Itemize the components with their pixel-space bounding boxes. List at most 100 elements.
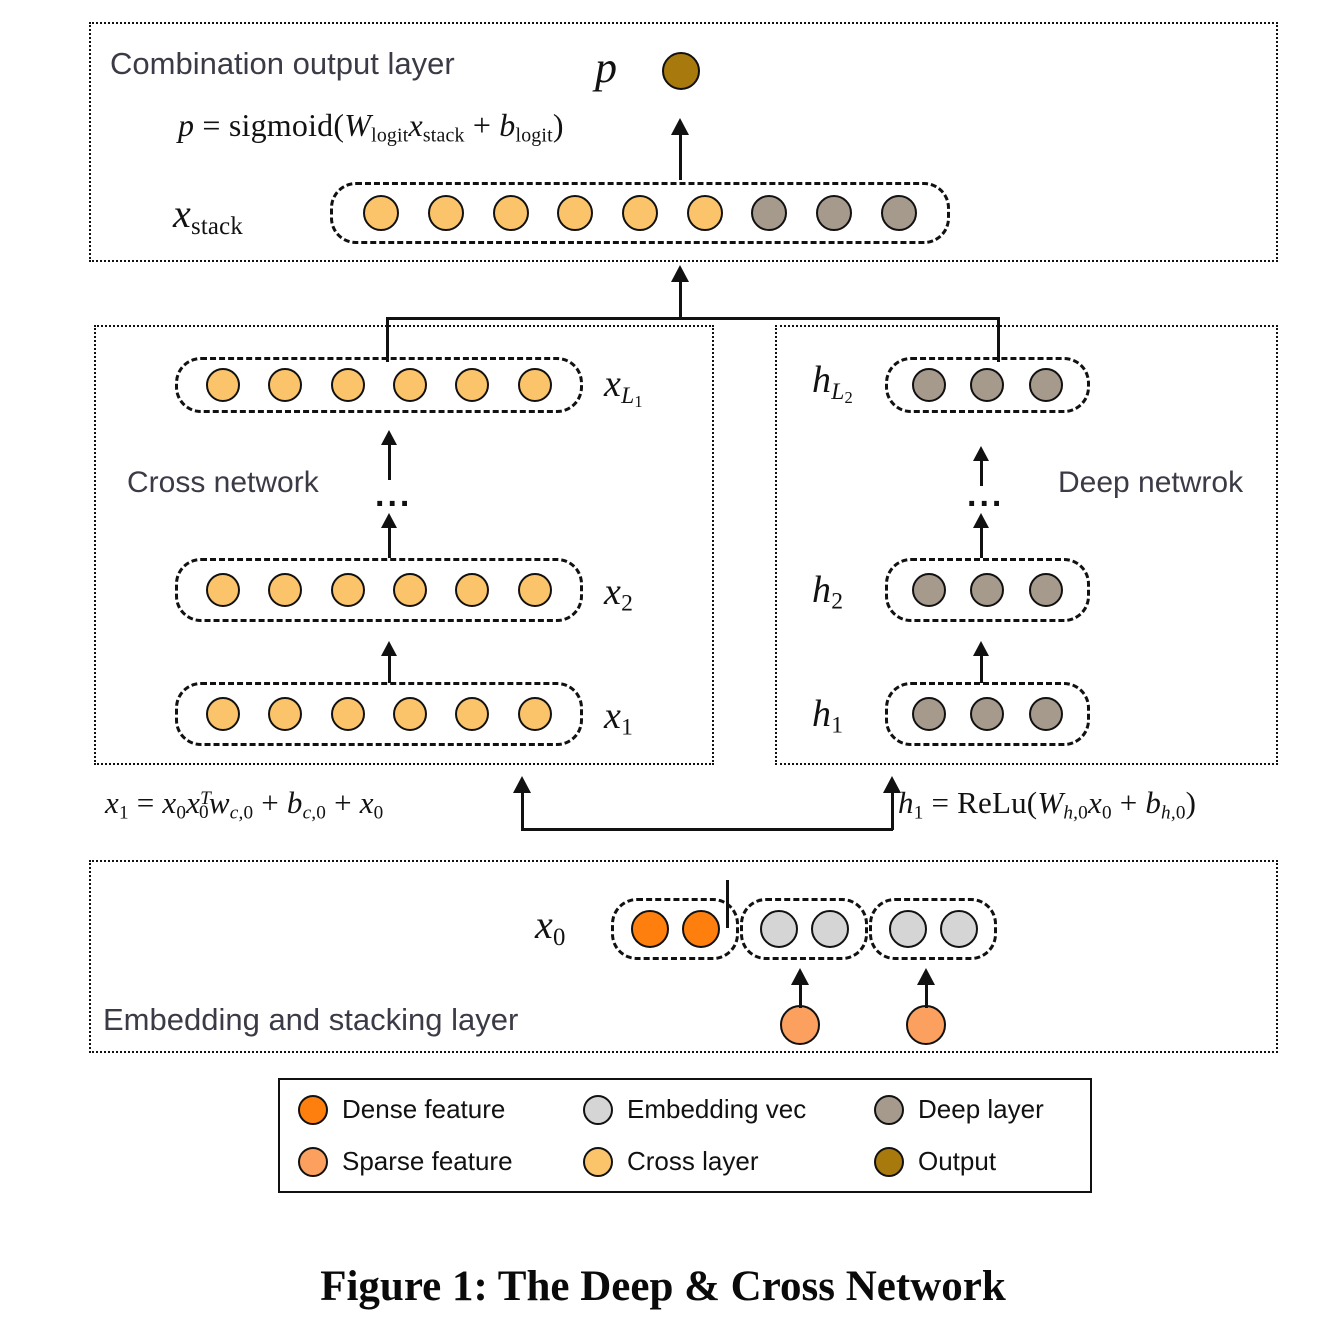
combination-output-layer-title: Combination output layer	[110, 46, 455, 81]
cross-layer-x1-label: x1	[604, 695, 634, 741]
deep-network-ellipsis: ...	[967, 476, 1005, 514]
deep-layer-hL2-label: hL2	[812, 359, 853, 407]
merge-horizontal-bar	[386, 317, 1000, 320]
sparse-feature-swatch-icon	[298, 1146, 328, 1177]
cross-network-title: Cross network	[127, 466, 319, 499]
x-stack-node	[751, 195, 788, 231]
deep-layer-node	[1028, 697, 1063, 731]
deep-layer-h1-label: h1	[812, 693, 844, 739]
x-stack-node	[492, 195, 529, 231]
cross-layer-node	[393, 573, 428, 607]
combination-output-formula: p = sigmoid(Wlogitxstack + blogit)	[178, 107, 564, 147]
x0-embedding-group-1	[740, 898, 868, 960]
legend-label: Cross layer	[627, 1146, 759, 1176]
output-node	[662, 52, 700, 90]
deep-layer-swatch-icon	[874, 1094, 904, 1125]
cross-layer-node	[393, 697, 428, 731]
legend-item-deep-layer: Deep layer	[874, 1094, 1044, 1125]
x-stack-node	[427, 195, 464, 231]
legend-item-dense-feature: Dense feature	[298, 1094, 505, 1125]
legend-box: Dense feature Embedding vec Deep layer S…	[278, 1078, 1092, 1193]
legend-label: Output	[918, 1146, 997, 1176]
deep-network-formula: h1 = ReLu(Wh,0x0 + bh,0)	[898, 785, 1197, 824]
x0-to-cross-line	[521, 790, 524, 830]
cross-layer-node	[330, 368, 365, 402]
x-stack-label: xstack	[173, 191, 243, 240]
cross-layer-node	[206, 368, 241, 402]
deep-layer-h1-group	[885, 682, 1090, 746]
cross-layer-node	[206, 697, 241, 731]
deep-layer-h2-label: h2	[812, 569, 844, 615]
cross-layer-node	[268, 697, 303, 731]
deep-layer-node	[1028, 368, 1063, 402]
cross-layer-x2-group	[175, 558, 583, 622]
deep-and-cross-network-figure: Combination output layer p p = sigmoid(W…	[0, 0, 1326, 1336]
legend-item-embedding-vec: Embedding vec	[583, 1094, 806, 1125]
cross-line-dots-to-xL1	[388, 440, 391, 480]
cross-layer-node	[206, 573, 241, 607]
cross-layer-node	[517, 573, 552, 607]
legend-label: Embedding vec	[627, 1094, 807, 1124]
cross-network-formula: x1 = x0xT0wc,0 + bc,0 + x0	[105, 785, 384, 824]
merge-to-stack-line	[679, 275, 682, 319]
cross-layer-node	[455, 573, 490, 607]
deep-layer-hL2-group	[885, 357, 1090, 413]
deep-layer-h2-group	[885, 558, 1090, 622]
sparse-to-embedding-arrow-1	[791, 968, 809, 985]
legend-item-sparse-feature: Sparse feature	[298, 1146, 513, 1177]
cross-layer-node	[330, 573, 365, 607]
deep-layer-node	[970, 573, 1005, 607]
cross-network-ellipsis: ...	[375, 476, 413, 514]
sparse-to-embedding-arrow-2	[917, 968, 935, 985]
stack-to-output-arrow	[671, 118, 689, 135]
cross-layer-node	[268, 573, 303, 607]
cross-layer-swatch-icon	[583, 1146, 613, 1177]
figure-caption: Figure 1: The Deep & Cross Network	[320, 1263, 1006, 1310]
cross-layer-node	[517, 697, 552, 731]
x0-to-cross-arrow	[513, 776, 531, 793]
x-stack-node	[557, 195, 594, 231]
embedding-vec-swatch-icon	[583, 1094, 613, 1125]
x0-dense-group	[611, 898, 739, 960]
deep-layer-node	[912, 697, 947, 731]
cross-layer-node	[268, 368, 303, 402]
deep-line-h2-to-dots	[980, 523, 983, 558]
cross-layer-node	[455, 697, 490, 731]
cross-layer-xL1-label: xL1	[604, 363, 643, 411]
cross-layer-x2-label: x2	[604, 571, 634, 617]
stack-to-output-line	[679, 128, 682, 180]
legend-item-output: Output	[874, 1146, 996, 1177]
output-swatch-icon	[874, 1146, 904, 1177]
x0-to-deep-line	[891, 790, 894, 830]
x-stack-node	[815, 195, 852, 231]
x0-split-bar	[521, 828, 893, 831]
deep-layer-node	[970, 368, 1005, 402]
embedding-vec-node	[810, 910, 849, 948]
deep-layer-node	[912, 368, 947, 402]
deep-layer-node	[970, 697, 1005, 731]
output-probability-label: p	[595, 43, 618, 92]
legend-label: Dense feature	[342, 1094, 506, 1124]
cross-layer-node	[517, 368, 552, 402]
embedding-stacking-layer-title: Embedding and stacking layer	[103, 1002, 519, 1037]
cross-layer-x1-group	[175, 682, 583, 746]
cross-layer-node	[455, 368, 490, 402]
x-stack-node	[880, 195, 917, 231]
cross-line-x2-to-dots	[388, 523, 391, 558]
x0-embedding-group-2	[869, 898, 997, 960]
cross-line-x1-to-x2	[388, 651, 391, 683]
deep-layer-node	[1028, 573, 1063, 607]
deep-layer-node	[912, 573, 947, 607]
x-stack-node	[686, 195, 723, 231]
legend-label: Sparse feature	[342, 1146, 513, 1176]
sparse-feature-node	[906, 1005, 946, 1045]
embedding-vec-node	[759, 910, 798, 948]
cross-layer-node	[330, 697, 365, 731]
x-stack-node	[621, 195, 658, 231]
x-stack-group	[330, 182, 950, 244]
sparse-feature-node	[780, 1005, 820, 1045]
cross-layer-xL1-group	[175, 357, 583, 413]
embedding-vec-node	[888, 910, 927, 948]
deep-line-h1-to-h2	[980, 651, 983, 683]
cross-layer-node	[393, 368, 428, 402]
